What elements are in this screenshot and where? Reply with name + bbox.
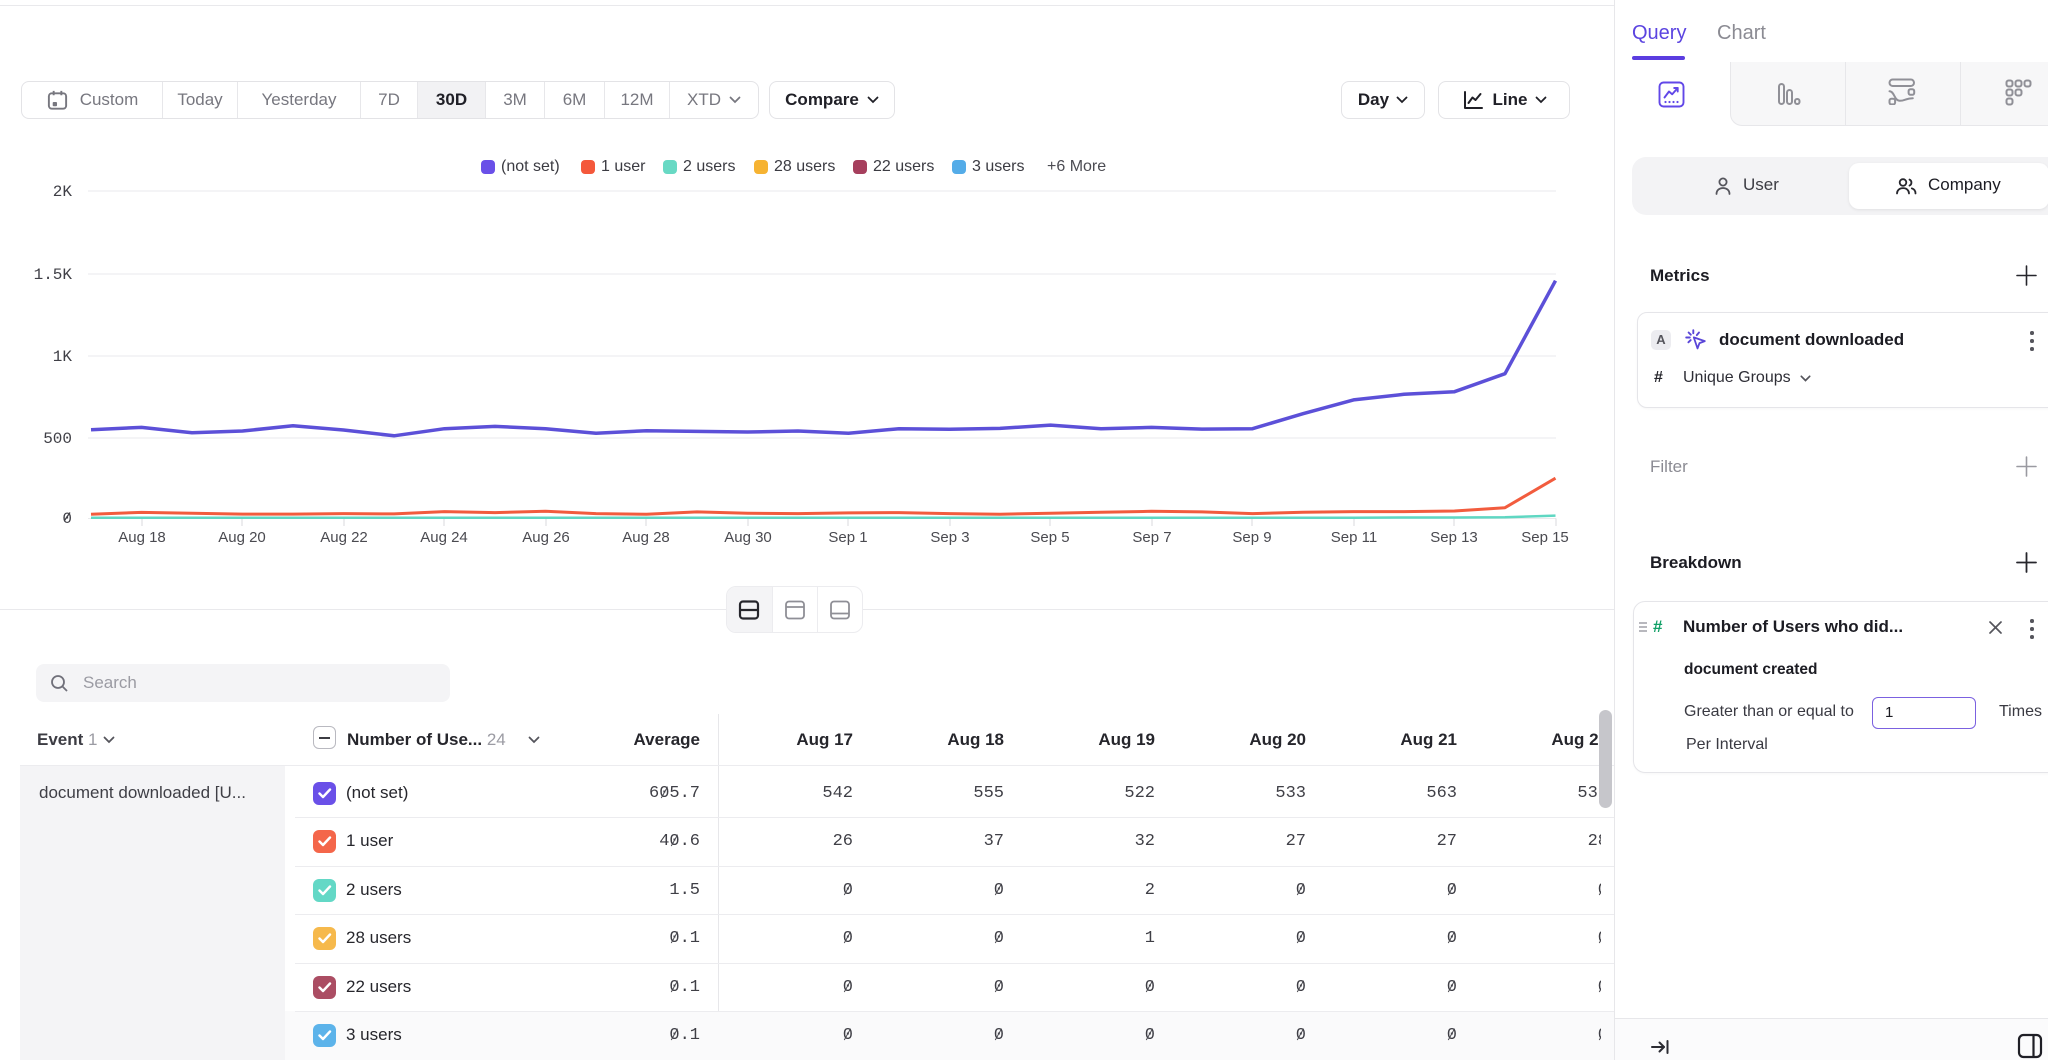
- svg-text:Aug 26: Aug 26: [522, 529, 570, 546]
- svg-text:Sep 15: Sep 15: [1521, 529, 1569, 546]
- svg-text:Sep 1: Sep 1: [828, 529, 867, 546]
- svg-text:Aug 22: Aug 22: [320, 529, 368, 546]
- svg-text:Sep 13: Sep 13: [1430, 529, 1478, 546]
- svg-text:Sep 11: Sep 11: [1331, 529, 1377, 546]
- svg-text:0: 0: [62, 510, 72, 528]
- svg-text:1.5K: 1.5K: [34, 266, 73, 284]
- svg-text:2K: 2K: [53, 183, 73, 201]
- svg-text:Aug 30: Aug 30: [724, 529, 772, 546]
- svg-text:Aug 18: Aug 18: [118, 529, 166, 546]
- svg-text:Aug 24: Aug 24: [420, 529, 468, 546]
- svg-text:Sep 5: Sep 5: [1030, 529, 1069, 546]
- svg-text:Sep 9: Sep 9: [1232, 529, 1271, 546]
- svg-text:Aug 28: Aug 28: [622, 529, 670, 546]
- svg-text:Sep 3: Sep 3: [930, 529, 969, 546]
- svg-text:Sep 7: Sep 7: [1132, 529, 1171, 546]
- svg-text:500: 500: [43, 430, 72, 448]
- svg-text:1K: 1K: [53, 348, 73, 366]
- svg-text:Aug 20: Aug 20: [218, 529, 266, 546]
